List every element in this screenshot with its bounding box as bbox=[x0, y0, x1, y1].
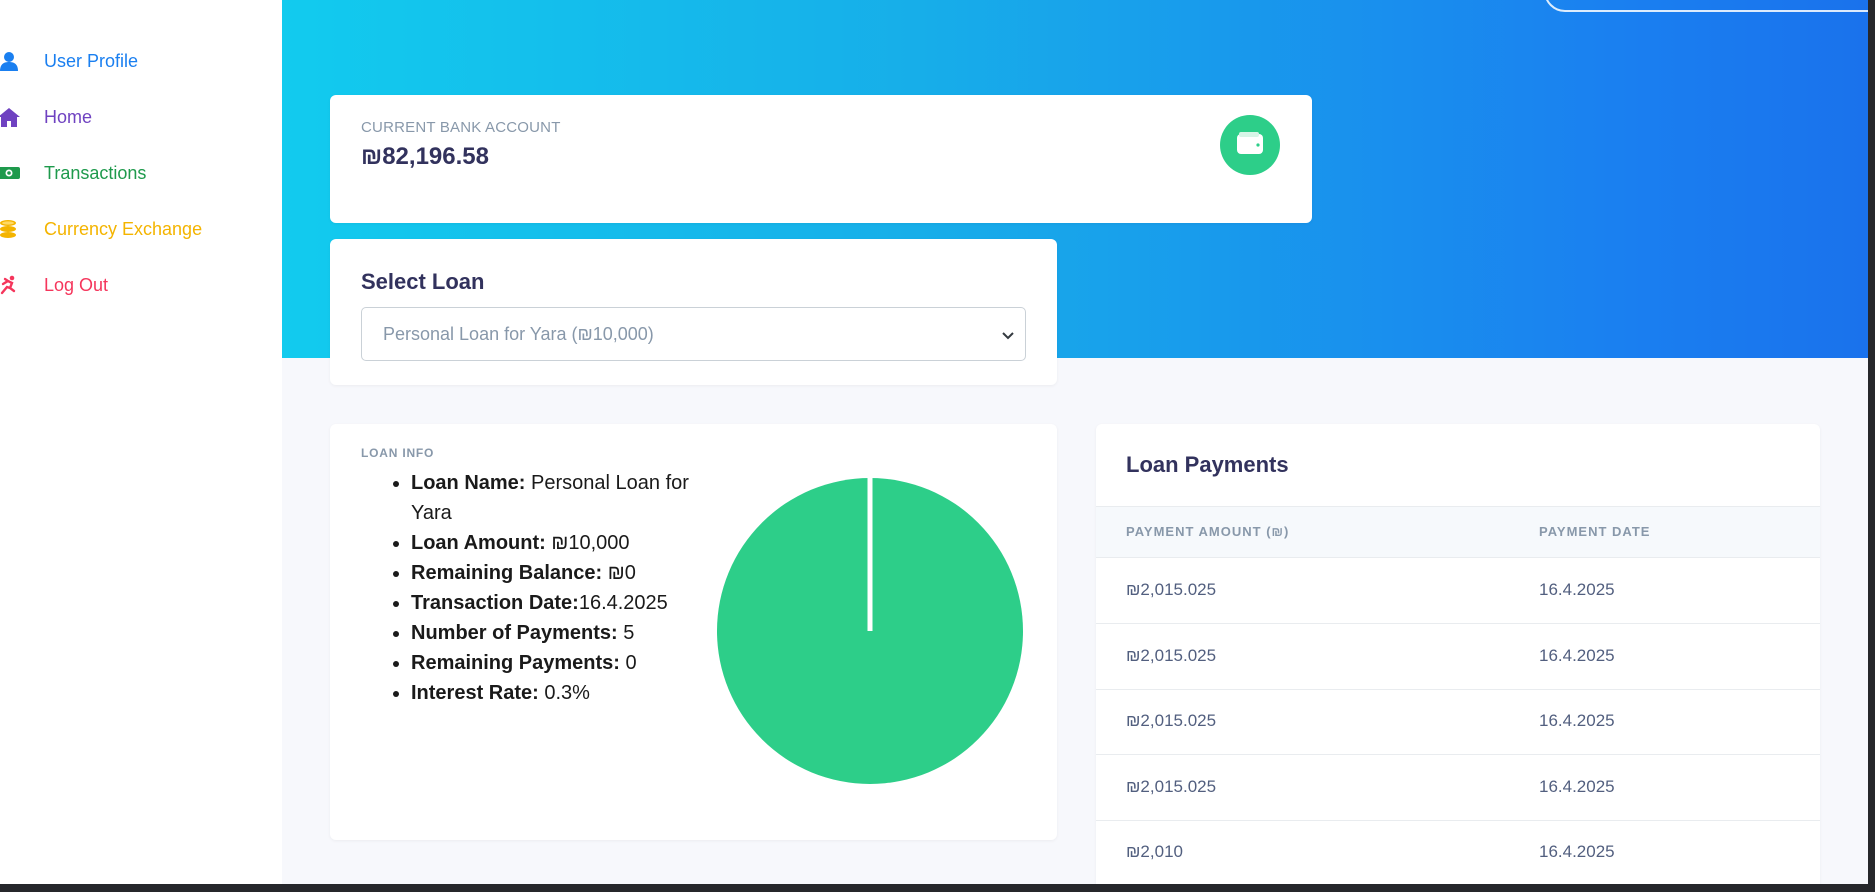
loan-payments-title: Loan Payments bbox=[1126, 452, 1289, 477]
table-header: PAYMENT AMOUNT (₪) PAYMENT DATE bbox=[1096, 506, 1820, 558]
list-item: Loan Name: Personal Loan for Yara bbox=[411, 468, 711, 528]
column-header-date: PAYMENT DATE bbox=[1539, 524, 1651, 539]
field-label: Loan Name: bbox=[411, 472, 526, 494]
list-item: Remaining Balance: ₪0 bbox=[411, 558, 711, 588]
sidebar-item-label: User Profile bbox=[44, 50, 139, 71]
payment-amount: ₪2,015.025 bbox=[1126, 777, 1217, 796]
sidebar-item-label: Currency Exchange bbox=[44, 218, 203, 239]
payment-date: 16.4.2025 bbox=[1539, 842, 1615, 861]
search-input[interactable] bbox=[1544, 0, 1868, 12]
table-row: ₪2,015.025 16.4.2025 bbox=[1096, 624, 1820, 690]
loan-select[interactable]: Personal Loan for Yara (₪10,000) bbox=[361, 307, 1026, 361]
field-value: 16.4.2025 bbox=[578, 592, 668, 614]
wallet-button[interactable] bbox=[1220, 115, 1280, 175]
field-label: Remaining Payments: bbox=[411, 652, 620, 674]
payment-date: 16.4.2025 bbox=[1539, 711, 1615, 730]
sidebar-item-home[interactable]: Home bbox=[0, 99, 92, 135]
payment-date: 16.4.2025 bbox=[1539, 580, 1615, 599]
field-value: 0.3% bbox=[538, 682, 590, 704]
column-header-amount: PAYMENT AMOUNT (₪) bbox=[1126, 524, 1290, 539]
bank-account-balance: ₪82,196.58 bbox=[361, 143, 489, 170]
payment-amount: ₪2,015.025 bbox=[1126, 711, 1217, 730]
app-window: User Profile Home Transactions Currency … bbox=[0, 0, 1868, 884]
table-row: ₪2,010 16.4.2025 bbox=[1096, 820, 1820, 884]
chevron-down-icon bbox=[1001, 326, 1015, 347]
list-item: Interest Rate: 0.3% bbox=[411, 678, 711, 708]
sidebar-item-label: Log Out bbox=[44, 274, 109, 295]
list-item: Number of Payments: 5 bbox=[411, 618, 711, 648]
loan-info-card: LOAN INFO Loan Name: Personal Loan for Y… bbox=[330, 424, 1057, 840]
field-label: Loan Amount: bbox=[411, 532, 546, 554]
table-row: ₪2,015.025 16.4.2025 bbox=[1096, 558, 1820, 624]
field-label: Remaining Balance: bbox=[411, 562, 603, 584]
running-icon bbox=[0, 274, 20, 296]
payment-amount: ₪2,010 bbox=[1126, 842, 1183, 861]
list-item: Loan Amount: ₪10,000 bbox=[411, 528, 711, 558]
sidebar-item-label: Home bbox=[44, 106, 93, 127]
loan-pie-chart bbox=[717, 478, 1023, 784]
money-icon bbox=[0, 162, 20, 184]
field-label: Interest Rate: bbox=[411, 682, 539, 704]
user-icon bbox=[0, 50, 20, 72]
loan-select-value: Personal Loan for Yara (₪10,000) bbox=[383, 323, 654, 344]
sidebar: User Profile Home Transactions Currency … bbox=[0, 0, 282, 884]
list-item: Remaining Payments: 0 bbox=[411, 648, 711, 678]
coins-icon bbox=[0, 218, 20, 240]
field-value: 0 bbox=[619, 652, 637, 674]
sidebar-item-label: Transactions bbox=[44, 162, 147, 183]
payment-amount: ₪2,015.025 bbox=[1126, 646, 1217, 665]
table-row: ₪2,015.025 16.4.2025 bbox=[1096, 755, 1820, 821]
select-loan-title: Select Loan bbox=[361, 269, 485, 294]
field-value: ₪0 bbox=[602, 562, 636, 584]
list-item: Transaction Date:16.4.2025 bbox=[411, 588, 711, 618]
field-value: 5 bbox=[617, 622, 635, 644]
field-label: Number of Payments: bbox=[411, 622, 618, 644]
loan-payments-card: Loan Payments PAYMENT AMOUNT (₪) PAYMENT… bbox=[1096, 424, 1820, 884]
bank-account-label: CURRENT BANK ACCOUNT bbox=[361, 119, 561, 136]
bank-account-card: CURRENT BANK ACCOUNT ₪82,196.58 bbox=[330, 95, 1312, 223]
loan-info-list: Loan Name: Personal Loan for Yara Loan A… bbox=[411, 468, 711, 708]
sidebar-item-user-profile[interactable]: User Profile bbox=[0, 43, 138, 79]
loan-info-title: LOAN INFO bbox=[361, 446, 435, 460]
field-value: ₪10,000 bbox=[545, 532, 630, 554]
select-loan-card: Select Loan Personal Loan for Yara (₪10,… bbox=[330, 239, 1057, 385]
payment-amount: ₪2,015.025 bbox=[1126, 580, 1217, 599]
payment-date: 16.4.2025 bbox=[1539, 646, 1615, 665]
wallet-icon bbox=[1237, 131, 1263, 159]
sidebar-item-transactions[interactable]: Transactions bbox=[0, 155, 146, 191]
sidebar-item-currency-exchange[interactable]: Currency Exchange bbox=[0, 211, 202, 247]
payment-date: 16.4.2025 bbox=[1539, 777, 1615, 796]
home-icon bbox=[0, 106, 20, 128]
field-label: Transaction Date: bbox=[411, 592, 579, 614]
table-row: ₪2,015.025 16.4.2025 bbox=[1096, 689, 1820, 755]
sidebar-item-log-out[interactable]: Log Out bbox=[0, 267, 108, 303]
